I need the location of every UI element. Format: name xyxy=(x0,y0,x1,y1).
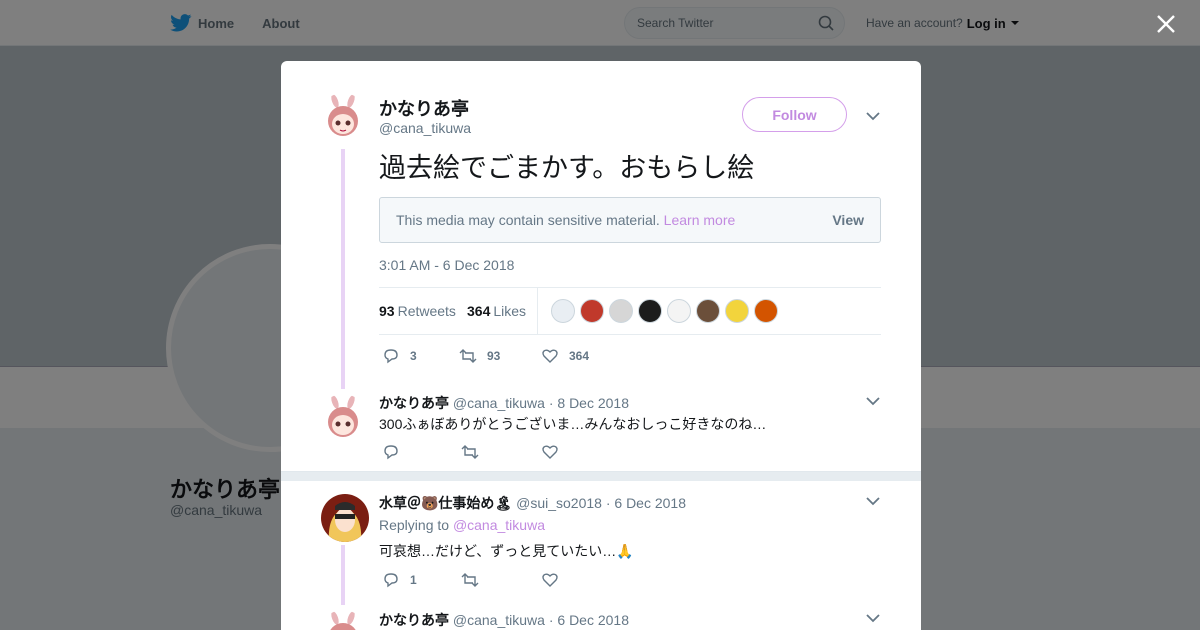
like-action[interactable] xyxy=(541,443,559,461)
liker-avatar[interactable] xyxy=(725,299,749,323)
avatar[interactable] xyxy=(319,394,367,442)
retweets-stat[interactable]: 93 Retweets xyxy=(379,303,456,319)
reply-date[interactable]: 6 Dec 2018 xyxy=(557,612,629,628)
avatar-blonde-icon xyxy=(321,494,369,542)
retweet-action[interactable] xyxy=(461,571,541,589)
like-action[interactable] xyxy=(541,571,559,589)
liker-avatar[interactable] xyxy=(609,299,633,323)
heart-icon xyxy=(542,349,558,363)
retweet-action[interactable] xyxy=(461,443,541,461)
liker-avatar[interactable] xyxy=(754,299,778,323)
tweet-text: 過去絵でごまかす。おもらし絵 xyxy=(379,153,755,183)
section-separator xyxy=(281,471,921,481)
learn-more-link[interactable]: Learn more xyxy=(664,212,736,228)
avatar-girl-icon xyxy=(319,93,367,141)
stats-divider xyxy=(537,288,538,334)
reply-author-name[interactable]: 水草＠🐻仕事始め🏝 xyxy=(379,495,512,511)
reply-count: 1 xyxy=(410,573,417,587)
chevron-down-icon[interactable] xyxy=(866,396,880,406)
replying-to-label: Replying to xyxy=(379,517,450,533)
retweet-icon xyxy=(461,573,479,587)
liker-avatar[interactable] xyxy=(638,299,662,323)
chevron-down-icon[interactable] xyxy=(866,496,880,506)
reply-author-name[interactable]: かなりあ亭 xyxy=(379,612,449,628)
reply-icon xyxy=(384,445,398,460)
reply-date[interactable]: 6 Dec 2018 xyxy=(614,495,686,511)
reply-author-handle[interactable]: @sui_so2018 xyxy=(516,495,602,511)
close-icon[interactable] xyxy=(1155,13,1177,35)
reply-author-name[interactable]: かなりあ亭 xyxy=(379,395,449,411)
avatar-girl-icon xyxy=(319,394,367,442)
reply-actions xyxy=(382,443,559,461)
liker-avatars xyxy=(551,299,778,323)
sensitive-message: This media may contain sensitive materia… xyxy=(396,212,660,228)
reply-action[interactable]: 3 xyxy=(382,347,459,365)
like-count: 364 xyxy=(569,349,590,363)
retweet-icon xyxy=(461,445,479,459)
replying-to-handle[interactable]: @cana_tikuwa xyxy=(453,517,545,533)
follow-button[interactable]: Follow xyxy=(742,97,847,132)
avatar[interactable] xyxy=(319,610,367,630)
tweet-actions: 3 93 364 xyxy=(382,347,589,365)
tweet-stats: 93 Retweets 364 Likes xyxy=(379,287,881,335)
reply-author-handle[interactable]: @cana_tikuwa xyxy=(453,612,545,628)
retweet-count: 93 xyxy=(487,349,501,363)
avatar[interactable] xyxy=(319,93,367,141)
tweet-timestamp[interactable]: 3:01 AM - 6 Dec 2018 xyxy=(379,257,514,273)
view-button[interactable]: View xyxy=(832,212,864,228)
liker-avatar[interactable] xyxy=(667,299,691,323)
reply-action[interactable]: 1 xyxy=(382,571,461,589)
reply-icon xyxy=(384,573,398,588)
reply-header: 水草＠🐻仕事始め🏝 @sui_so2018 · 6 Dec 2018 xyxy=(379,495,686,511)
chevron-down-icon[interactable] xyxy=(866,111,880,121)
replying-to: Replying to @cana_tikuwa xyxy=(379,517,545,533)
main-tweet: かなりあ亭 @cana_tikuwa Follow 過去絵でごまかす。おもらし絵… xyxy=(281,61,921,471)
heart-icon xyxy=(542,573,558,587)
likes-count: 364 xyxy=(467,303,491,319)
liker-avatar[interactable] xyxy=(580,299,604,323)
likes-stat[interactable]: 364 Likes xyxy=(467,303,526,319)
sensitive-media-notice: This media may contain sensitive materia… xyxy=(379,197,881,243)
avatar[interactable] xyxy=(321,494,369,542)
reply-author-handle[interactable]: @cana_tikuwa xyxy=(453,395,545,411)
chevron-down-icon[interactable] xyxy=(866,613,880,623)
like-action[interactable]: 364 xyxy=(541,347,589,365)
tweet-modal: かなりあ亭 @cana_tikuwa Follow 過去絵でごまかす。おもらし絵… xyxy=(281,61,921,630)
heart-icon xyxy=(542,445,558,459)
author-name[interactable]: かなりあ亭 xyxy=(379,95,469,121)
reply-date[interactable]: 8 Dec 2018 xyxy=(557,395,629,411)
liker-avatar[interactable] xyxy=(551,299,575,323)
liker-avatar[interactable] xyxy=(696,299,720,323)
avatar-girl-icon xyxy=(319,610,367,630)
reply-text: 300ふぁぼありがとうございま…みんなおしっこ好きなのね… xyxy=(379,416,767,432)
retweets-count: 93 xyxy=(379,303,395,319)
reply-count: 3 xyxy=(410,349,417,363)
retweet-action[interactable]: 93 xyxy=(459,347,541,365)
retweet-icon xyxy=(459,349,477,363)
likes-label: Likes xyxy=(493,303,527,319)
reply-header: かなりあ亭 @cana_tikuwa · 8 Dec 2018 xyxy=(379,395,629,411)
retweets-label: Retweets xyxy=(397,303,456,319)
author-handle[interactable]: @cana_tikuwa xyxy=(379,120,471,136)
reply-actions: 1 xyxy=(382,571,559,589)
reply-icon xyxy=(384,349,398,364)
reply-action[interactable] xyxy=(382,443,461,461)
reply-text: 可哀想…だけど、ずっと見ていたい…🙏 xyxy=(379,543,634,559)
thread-line xyxy=(341,545,345,605)
reply-header: かなりあ亭 @cana_tikuwa · 6 Dec 2018 xyxy=(379,612,629,628)
